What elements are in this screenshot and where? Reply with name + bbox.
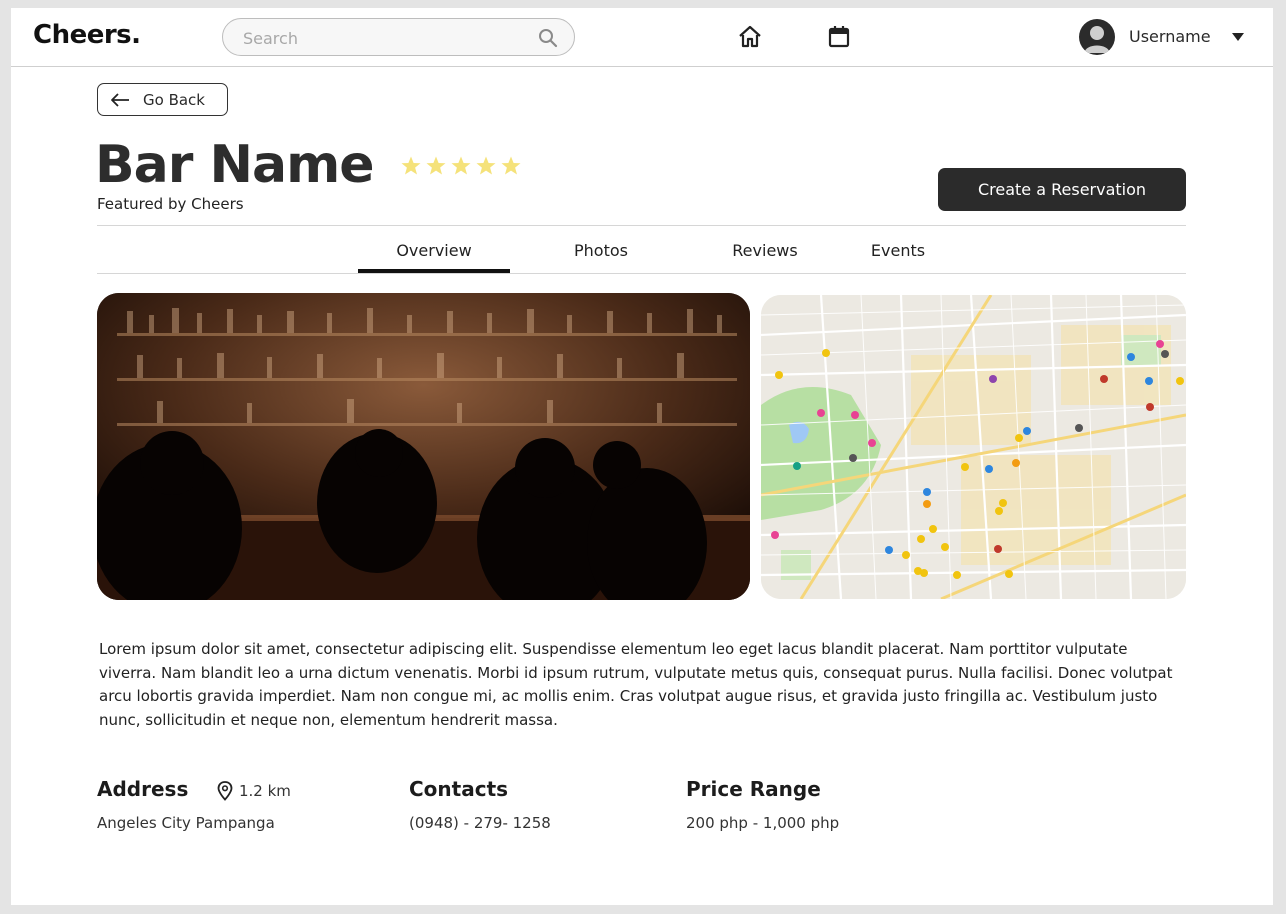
tab-reviews[interactable]: Reviews [714,241,816,260]
star-icon [501,156,521,175]
featured-label: Featured by Cheers [97,195,244,213]
app-logo[interactable]: Cheers. [33,20,141,50]
star-rating [399,154,524,178]
tabs-divider [97,273,1186,274]
search-bar [222,18,575,56]
contacts-title: Contacts [409,777,509,801]
star-icon [401,156,421,175]
bar-description: Lorem ipsum dolor sit amet, consectetur … [99,640,1173,729]
address-value: Angeles City Pampanga [97,814,275,832]
user-menu[interactable]: Username [1079,18,1249,56]
user-silhouette-icon [1084,26,1110,53]
create-reservation-button[interactable]: Create a Reservation [938,168,1186,211]
go-back-button[interactable]: Go Back [97,83,228,116]
price-range-title: Price Range [686,777,821,801]
tab-photos[interactable]: Photos [551,241,651,260]
star-icon [451,156,471,175]
page-frame: Cheers. Username [11,8,1273,905]
caret-down-icon[interactable] [1231,31,1245,43]
search-icon[interactable] [538,28,558,48]
location-pin-icon [217,781,233,801]
home-icon[interactable] [737,24,763,50]
avatar [1079,19,1115,55]
location-map[interactable] [761,295,1186,599]
star-icon [476,156,496,175]
tab-events[interactable]: Events [858,241,938,260]
search-input[interactable] [243,27,523,49]
star-icon [426,156,446,175]
address-title: Address [97,777,189,801]
tab-overview[interactable]: Overview [358,241,510,260]
bar-name-title: Bar Name [95,135,375,195]
arrow-left-icon [111,93,129,107]
go-back-label: Go Back [143,91,205,109]
divider [97,225,1186,226]
top-navbar: Cheers. Username [11,8,1273,67]
bar-photo[interactable] [97,293,750,600]
distance-label: 1.2 km [239,782,291,800]
username-label: Username [1129,27,1211,46]
phone-number[interactable]: (0948) - 279- 1258 [409,814,551,832]
calendar-icon[interactable] [826,24,852,50]
price-range-value: 200 php - 1,000 php [686,814,840,832]
